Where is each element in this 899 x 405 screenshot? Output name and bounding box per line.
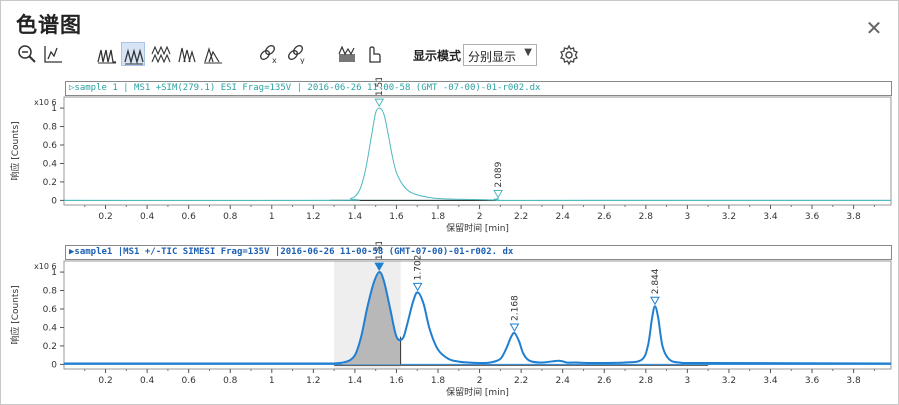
x-tick-label: 2.2 bbox=[514, 212, 528, 222]
display-mode-value: 分别显示 bbox=[468, 50, 517, 64]
x-tick-label: 0.6 bbox=[182, 376, 197, 386]
x-tick-label: 1.8 bbox=[431, 212, 446, 222]
chromatogram-window: 色谱图 ✕ x y 显示模式 分别显示 ▼ ▷sample 1 | MS1 +S… bbox=[0, 0, 899, 405]
peak-marker bbox=[412, 282, 423, 292]
x-tick-label: 2.6 bbox=[597, 376, 612, 386]
y-axis-label: 响应 [Counts] bbox=[10, 285, 21, 344]
y-axis-label: 响应 [Counts] bbox=[10, 121, 21, 180]
area-peaks-icon[interactable] bbox=[201, 42, 225, 66]
x-tick-label: 0.6 bbox=[182, 212, 197, 222]
y-tick-label: 0 bbox=[51, 360, 57, 370]
plot-frame bbox=[63, 260, 892, 370]
y-exponent-label: x10 6 bbox=[34, 262, 57, 271]
offset-peaks-icon[interactable] bbox=[175, 42, 199, 66]
stack-peaks-icon[interactable] bbox=[149, 42, 173, 66]
x-tick-label: 1.2 bbox=[306, 212, 320, 222]
x-tick-label: 2.8 bbox=[639, 376, 654, 386]
x-tick-label: 3.6 bbox=[805, 212, 820, 222]
y-tick-label: 0.2 bbox=[43, 178, 57, 188]
x-tick-label: 3 bbox=[684, 212, 690, 222]
x-tick-label: 2.2 bbox=[514, 376, 528, 386]
x-tick-label: 0.2 bbox=[98, 376, 112, 386]
display-mode-select[interactable]: 分别显示 ▼ bbox=[463, 44, 537, 66]
x-tick-label: 1 bbox=[269, 212, 275, 222]
peak-label: 1.517 bbox=[375, 78, 385, 96]
x-tick-label: 2 bbox=[477, 212, 483, 222]
zoom-out-icon[interactable] bbox=[15, 42, 39, 66]
x-tick-label: 1.8 bbox=[431, 376, 446, 386]
gear-icon[interactable] bbox=[558, 44, 580, 66]
y-exponent-label: x10 6 bbox=[34, 98, 57, 107]
x-tick-label: 0.4 bbox=[140, 212, 155, 222]
y-tick-label: 0.6 bbox=[43, 141, 58, 151]
x-tick-label: 1.6 bbox=[389, 212, 404, 222]
x-tick-label: 3 bbox=[684, 376, 690, 386]
x-tick-label: 1 bbox=[269, 376, 275, 386]
peak-label: 2.089 bbox=[494, 161, 504, 187]
svg-text:x: x bbox=[272, 56, 277, 64]
autoscale-icon[interactable] bbox=[41, 42, 65, 66]
x-tick-label: 3.4 bbox=[763, 212, 778, 222]
peak-marker bbox=[493, 189, 503, 199]
chromatogram-trace bbox=[64, 271, 892, 365]
x-tick-label: 3.2 bbox=[722, 376, 736, 386]
x-tick-label: 1.4 bbox=[348, 376, 363, 386]
y-tick-label: 0.6 bbox=[43, 305, 58, 315]
y-tick-label: 0.2 bbox=[43, 342, 57, 352]
link-x-icon[interactable]: x bbox=[257, 42, 281, 66]
window-title: 色谱图 bbox=[16, 13, 82, 37]
x-axis-label: 保留时间 [min] bbox=[446, 386, 509, 398]
peak-marker bbox=[374, 98, 385, 108]
integrate-icon[interactable] bbox=[335, 42, 359, 66]
x-tick-label: 0.4 bbox=[140, 376, 155, 386]
x-tick-label: 1.2 bbox=[306, 376, 320, 386]
x-tick-label: 3.6 bbox=[805, 376, 820, 386]
x-tick-label: 2.6 bbox=[597, 212, 612, 222]
y-tick-label: 0.4 bbox=[43, 323, 58, 333]
chromatogram-trace bbox=[63, 107, 891, 202]
peak-label: 1.702 bbox=[414, 255, 424, 281]
close-button[interactable]: ✕ bbox=[863, 17, 885, 39]
chart-panel-2: ▶sample1 |MS1 +/-TIC SIMESI Frag=135V |2… bbox=[10, 242, 894, 402]
y-tick-label: 0.8 bbox=[43, 287, 58, 297]
x-tick-label: 2.4 bbox=[556, 212, 571, 222]
x-tick-label: 0.2 bbox=[98, 212, 112, 222]
x-tick-label: 3.8 bbox=[846, 376, 861, 386]
peak-marker bbox=[650, 296, 660, 306]
separate-peaks-icon[interactable] bbox=[121, 42, 145, 66]
x-tick-label: 2 bbox=[477, 376, 483, 386]
x-tick-label: 0.8 bbox=[223, 212, 238, 222]
x-axis-label: 保留时间 [min] bbox=[446, 222, 509, 234]
hand-pointer-icon[interactable] bbox=[361, 42, 385, 66]
chart-panel-1: ▷sample 1 | MS1 +SIM(279.1) ESI Frag=135… bbox=[10, 78, 894, 238]
chart-2[interactable]: 0 0.2 0.4 0.6 0.8 1 x10 6 响应 [Counts] 0.2 0.4 0.6 0… bbox=[10, 242, 894, 402]
peak-label: 1.517 bbox=[375, 242, 385, 260]
peak-label: 2.844 bbox=[651, 268, 661, 294]
y-tick-label: 0 bbox=[51, 196, 57, 206]
peak-marker bbox=[509, 323, 520, 333]
display-mode-label: 显示模式 bbox=[413, 49, 462, 63]
x-tick-label: 3.2 bbox=[722, 212, 736, 222]
x-tick-label: 1.4 bbox=[348, 212, 363, 222]
x-tick-label: 0.8 bbox=[223, 376, 238, 386]
y-tick-label: 0.8 bbox=[43, 123, 58, 133]
x-tick-label: 1.6 bbox=[389, 376, 404, 386]
link-y-icon[interactable]: y bbox=[285, 42, 309, 66]
chart-1[interactable]: 0 0.2 0.4 0.6 0.8 1 x10 6 响应 [Counts] 0.2 0.4 0.6 0… bbox=[10, 78, 894, 238]
y-tick-label: 0.4 bbox=[43, 159, 58, 169]
svg-text:y: y bbox=[300, 56, 305, 64]
chevron-down-icon: ▼ bbox=[524, 47, 532, 58]
overlay-peaks-icon[interactable] bbox=[95, 42, 119, 66]
peak-label: 2.168 bbox=[510, 295, 520, 321]
x-tick-label: 2.4 bbox=[556, 376, 571, 386]
x-tick-label: 2.8 bbox=[639, 212, 654, 222]
plot-frame bbox=[63, 96, 892, 206]
x-tick-label: 3.8 bbox=[846, 212, 861, 222]
x-tick-label: 3.4 bbox=[763, 376, 778, 386]
